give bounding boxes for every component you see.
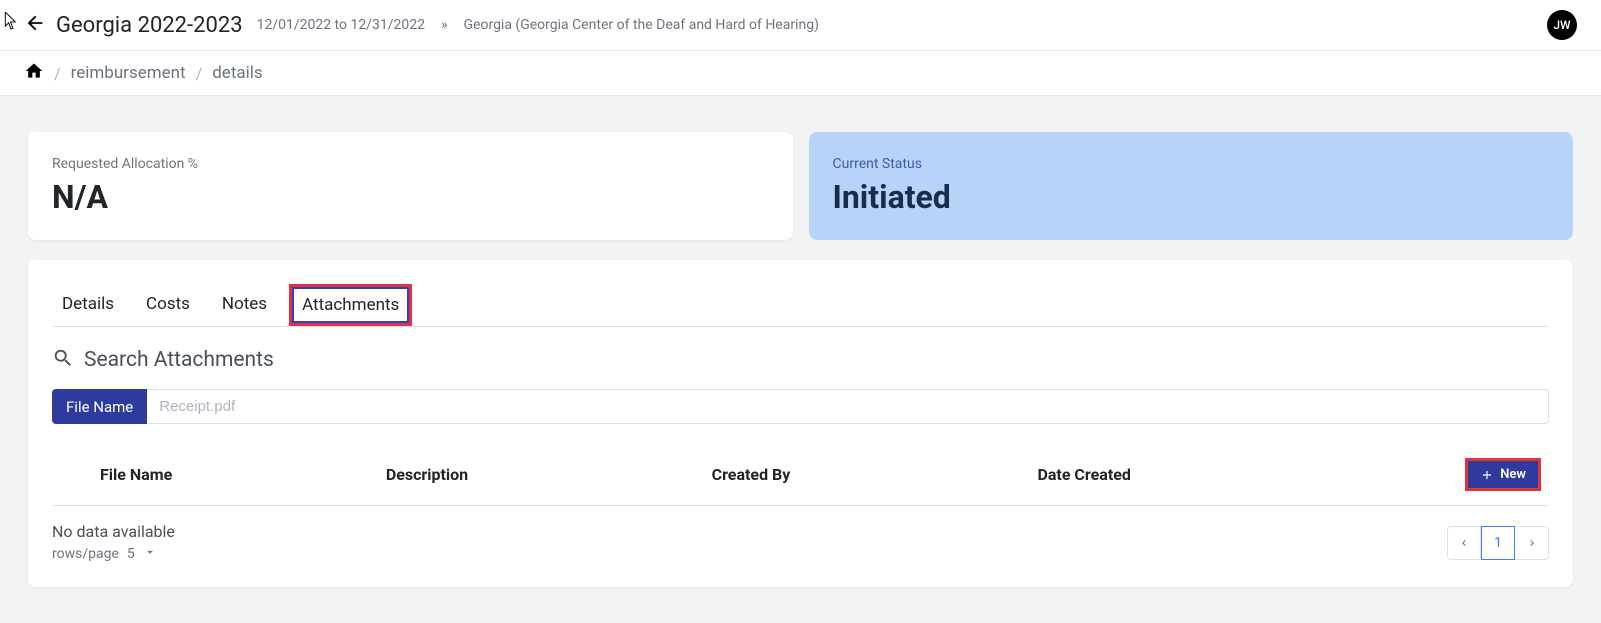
- back-arrow-icon[interactable]: [24, 12, 46, 38]
- breadcrumb-details[interactable]: details: [212, 63, 262, 83]
- breadcrumb-reimbursement[interactable]: reimbursement: [71, 63, 186, 83]
- search-icon: [52, 347, 74, 373]
- pagination: 1: [1447, 526, 1549, 560]
- header-bar: Georgia 2022-2023 12/01/2022 to 12/31/20…: [0, 0, 1601, 51]
- home-icon[interactable]: [24, 61, 44, 85]
- no-data-message: No data available: [52, 522, 175, 541]
- status-card: Current Status Initiated: [809, 132, 1574, 240]
- chevron-down-icon: [143, 545, 157, 563]
- breadcrumb: / reimbursement / details: [0, 51, 1601, 96]
- rows-per-page[interactable]: rows/page 5: [52, 545, 175, 563]
- chevron-right-icon: [1526, 537, 1538, 549]
- search-input[interactable]: [147, 389, 1549, 424]
- filter-chip-filename[interactable]: File Name: [52, 389, 147, 424]
- column-datecreated: Date Created: [1037, 465, 1363, 484]
- allocation-card: Requested Allocation % N/A: [28, 132, 793, 240]
- rows-per-page-label: rows/page: [52, 546, 119, 562]
- main-panel: Details Costs Notes Attachments Search A…: [28, 260, 1573, 587]
- summary-cards: Requested Allocation % N/A Current Statu…: [28, 132, 1573, 240]
- allocation-value: N/A: [52, 178, 769, 216]
- page-next-button[interactable]: [1515, 526, 1549, 560]
- table-footer: No data available rows/page 5 1: [52, 506, 1549, 563]
- tabs: Details Costs Notes Attachments: [52, 284, 1549, 327]
- page-prev-button[interactable]: [1447, 526, 1481, 560]
- plus-icon: [1480, 468, 1494, 482]
- page-title: Georgia 2022-2023: [56, 13, 243, 38]
- search-section: Search Attachments: [52, 347, 1549, 373]
- new-button-label: New: [1500, 467, 1526, 482]
- chevron-left-icon: [1458, 537, 1470, 549]
- organization-name: Georgia (Georgia Center of the Deaf and …: [464, 17, 819, 33]
- new-button[interactable]: New: [1465, 458, 1541, 491]
- filter-row: File Name: [52, 389, 1549, 424]
- allocation-label: Requested Allocation %: [52, 156, 769, 172]
- search-title: Search Attachments: [84, 348, 274, 372]
- avatar[interactable]: JW: [1547, 10, 1577, 40]
- tab-notes[interactable]: Notes: [212, 284, 277, 326]
- tab-attachments[interactable]: Attachments: [289, 284, 412, 326]
- tab-details[interactable]: Details: [52, 284, 124, 326]
- status-value: Initiated: [833, 178, 1550, 216]
- page-1-button[interactable]: 1: [1481, 526, 1515, 560]
- column-createdby: Created By: [712, 465, 1038, 484]
- date-range: 12/01/2022 to 12/31/2022: [257, 17, 425, 33]
- column-description: Description: [386, 465, 712, 484]
- tab-costs[interactable]: Costs: [136, 284, 200, 326]
- breadcrumb-separator: /: [54, 64, 61, 83]
- table-header: File Name Description Created By Date Cr…: [52, 444, 1549, 506]
- content-area: Requested Allocation % N/A Current Statu…: [0, 96, 1601, 623]
- column-filename: File Name: [60, 465, 386, 484]
- chevron-right-icon: »: [441, 17, 448, 33]
- breadcrumb-separator: /: [196, 64, 203, 83]
- status-label: Current Status: [833, 156, 1550, 172]
- rows-per-page-value: 5: [127, 546, 135, 562]
